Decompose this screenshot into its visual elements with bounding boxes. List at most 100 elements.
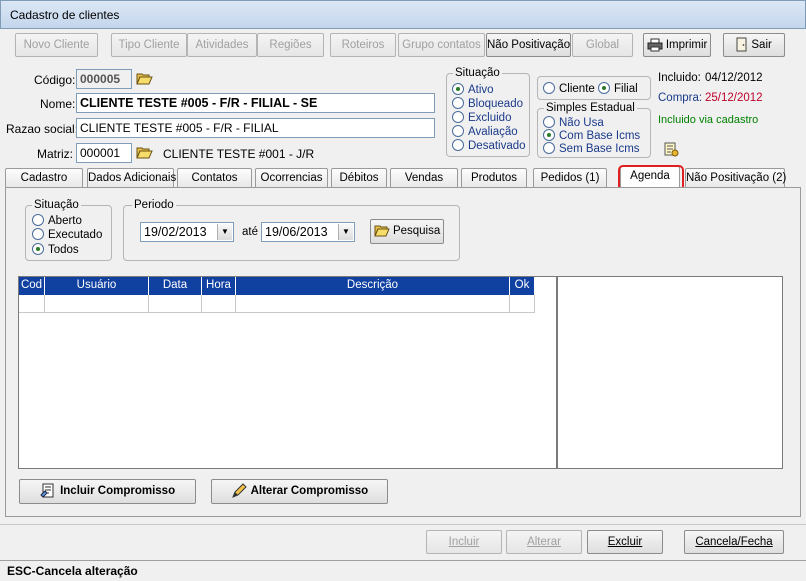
table-cell[interactable]	[236, 295, 510, 313]
nao-positivacao-button[interactable]: Não Positivação	[486, 33, 571, 57]
table-cell[interactable]	[510, 295, 535, 313]
table-cell[interactable]	[45, 295, 149, 313]
incluir-compromisso-button[interactable]: Incluir Compromisso	[19, 479, 196, 504]
matriz-field[interactable]: 000001	[76, 143, 132, 163]
radio-aberto[interactable]: Aberto	[32, 214, 82, 227]
tab-pedidos-label: Pedidos (1)	[540, 172, 600, 184]
column-header-hora[interactable]: Hora	[202, 277, 236, 295]
tab-vendas[interactable]: Vendas	[390, 168, 458, 187]
situacao-title: Situação	[453, 67, 502, 79]
radio-com-base-icms-label: Com Base Icms	[559, 130, 641, 142]
periodo-title: Periodo	[132, 199, 176, 211]
notes-icon[interactable]	[663, 141, 680, 158]
imprimir-label: Imprimir	[665, 39, 708, 51]
date-from-value: 19/02/2013	[144, 225, 207, 239]
tipo-cliente-label: Tipo Cliente	[118, 39, 180, 51]
regioes-button[interactable]: Regiões	[257, 33, 324, 57]
tab-produtos[interactable]: Produtos	[461, 168, 527, 187]
roteiros-button[interactable]: Roteiros	[330, 33, 396, 57]
date-from-picker[interactable]: 19/02/2013 ▼	[140, 222, 234, 242]
tab-dados-adicionais[interactable]: Dados Adicionais	[87, 168, 176, 187]
column-header-ok[interactable]: Ok	[510, 277, 535, 295]
tab-debitos[interactable]: Débitos	[331, 168, 387, 187]
compra-label: Compra:	[658, 92, 703, 104]
radio-dot	[32, 243, 44, 255]
folder-open-icon[interactable]	[136, 71, 153, 86]
tipo-cliente-button[interactable]: Tipo Cliente	[111, 33, 187, 57]
chevron-down-icon[interactable]: ▼	[217, 224, 232, 240]
exit-door-icon	[736, 37, 747, 52]
pesquisa-button[interactable]: Pesquisa	[370, 219, 444, 244]
table-cell[interactable]	[202, 295, 236, 313]
tab-cadastro-label: Cadastro	[20, 172, 68, 184]
radio-desativado[interactable]: Desativado	[452, 139, 526, 152]
radio-excluido[interactable]: Excluido	[452, 111, 511, 124]
sair-button[interactable]: Sair	[723, 33, 785, 57]
radio-sem-base-icms[interactable]: Sem Base Icms	[543, 142, 640, 155]
folder-open-icon[interactable]	[136, 145, 153, 160]
radio-dot	[452, 97, 464, 109]
radio-cliente[interactable]: Cliente	[543, 82, 595, 95]
radio-dot	[598, 82, 610, 94]
incluido-value: 04/12/2012	[705, 72, 763, 84]
description-memo[interactable]	[557, 276, 783, 469]
column-header-label: Data	[162, 279, 188, 291]
tab-cadastro[interactable]: Cadastro	[5, 168, 83, 187]
compra-value: 25/12/2012	[705, 92, 763, 104]
incluido-via: Incluido via cadastro	[658, 114, 759, 126]
tab-nao-positivacao-label: Não Positivação (2)	[686, 172, 787, 184]
tab-contatos-label: Contatos	[191, 172, 238, 184]
radio-ativo[interactable]: Ativo	[452, 83, 494, 96]
column-header-label: Cod	[20, 279, 43, 291]
radio-todos[interactable]: Todos	[32, 243, 79, 256]
pencil-edit-icon	[231, 483, 247, 498]
alterar-compromisso-button[interactable]: Alterar Compromisso	[211, 479, 388, 504]
date-to-picker[interactable]: 19/06/2013 ▼	[261, 222, 355, 242]
folder-search-icon	[373, 225, 390, 237]
window-title-bar: Cadastro de clientes	[0, 0, 806, 29]
radio-avaliacao[interactable]: Avaliação	[452, 125, 518, 138]
date-to-value: 19/06/2013	[265, 225, 328, 239]
radio-executado[interactable]: Executado	[32, 228, 102, 241]
tab-contatos[interactable]: Contatos	[177, 168, 252, 187]
table-cell[interactable]	[149, 295, 202, 313]
column-header-descricao[interactable]: Descrição	[236, 277, 510, 295]
grupo-contatos-button[interactable]: Grupo contatos	[398, 33, 485, 57]
incluir-compromisso-label: Incluir Compromisso	[60, 485, 176, 497]
agenda-table[interactable]: Cod Usuário Data Hora Descrição Ok	[18, 276, 557, 469]
global-button[interactable]: Global	[572, 33, 633, 57]
radio-com-base-icms[interactable]: Com Base Icms	[543, 129, 640, 142]
tab-pedidos[interactable]: Pedidos (1)	[533, 168, 607, 187]
razao-social-label: Razao social:	[6, 122, 79, 136]
excluir-button[interactable]: Excluir	[587, 530, 663, 554]
incluir-button[interactable]: Incluir	[426, 530, 502, 554]
excluir-label: Excluir	[607, 536, 643, 548]
radio-filial[interactable]: Filial	[598, 82, 638, 95]
cancela-fecha-label: Cancela/Fecha	[695, 536, 773, 548]
codigo-field[interactable]: 000005	[76, 69, 132, 89]
radio-dot	[452, 83, 464, 95]
tab-nao-positivacao[interactable]: Não Positivação (2)	[685, 168, 787, 187]
divider	[0, 524, 806, 525]
column-header-data[interactable]: Data	[149, 277, 202, 295]
novo-cliente-button[interactable]: Novo Cliente	[15, 33, 98, 57]
cancela-fecha-button[interactable]: Cancela/Fecha	[684, 530, 784, 554]
column-header-usuario[interactable]: Usuário	[45, 277, 149, 295]
radio-dot	[543, 116, 555, 128]
column-header-cod[interactable]: Cod	[19, 277, 45, 295]
radio-bloqueado[interactable]: Bloqueado	[452, 97, 523, 110]
tab-ocorrencias-label: Ocorrencias	[260, 172, 323, 184]
tab-ocorrencias[interactable]: Ocorrencias	[255, 168, 328, 187]
nome-field[interactable]: CLIENTE TESTE #005 - F/R - FILIAL - SE	[76, 93, 435, 113]
novo-cliente-label: Novo Cliente	[23, 39, 90, 51]
codigo-label: Código:	[34, 73, 76, 87]
table-cell[interactable]	[19, 295, 45, 313]
radio-nao-usa-label: Não Usa	[559, 117, 604, 129]
radio-nao-usa[interactable]: Não Usa	[543, 116, 604, 129]
chevron-down-icon[interactable]: ▼	[338, 224, 353, 240]
atividades-button[interactable]: Atividades	[187, 33, 257, 57]
razao-social-field[interactable]: CLIENTE TESTE #005 - F/R - FILIAL	[76, 118, 435, 138]
alterar-button[interactable]: Alterar	[506, 530, 582, 554]
roteiros-label: Roteiros	[341, 39, 385, 51]
imprimir-button[interactable]: Imprimir	[643, 33, 711, 57]
